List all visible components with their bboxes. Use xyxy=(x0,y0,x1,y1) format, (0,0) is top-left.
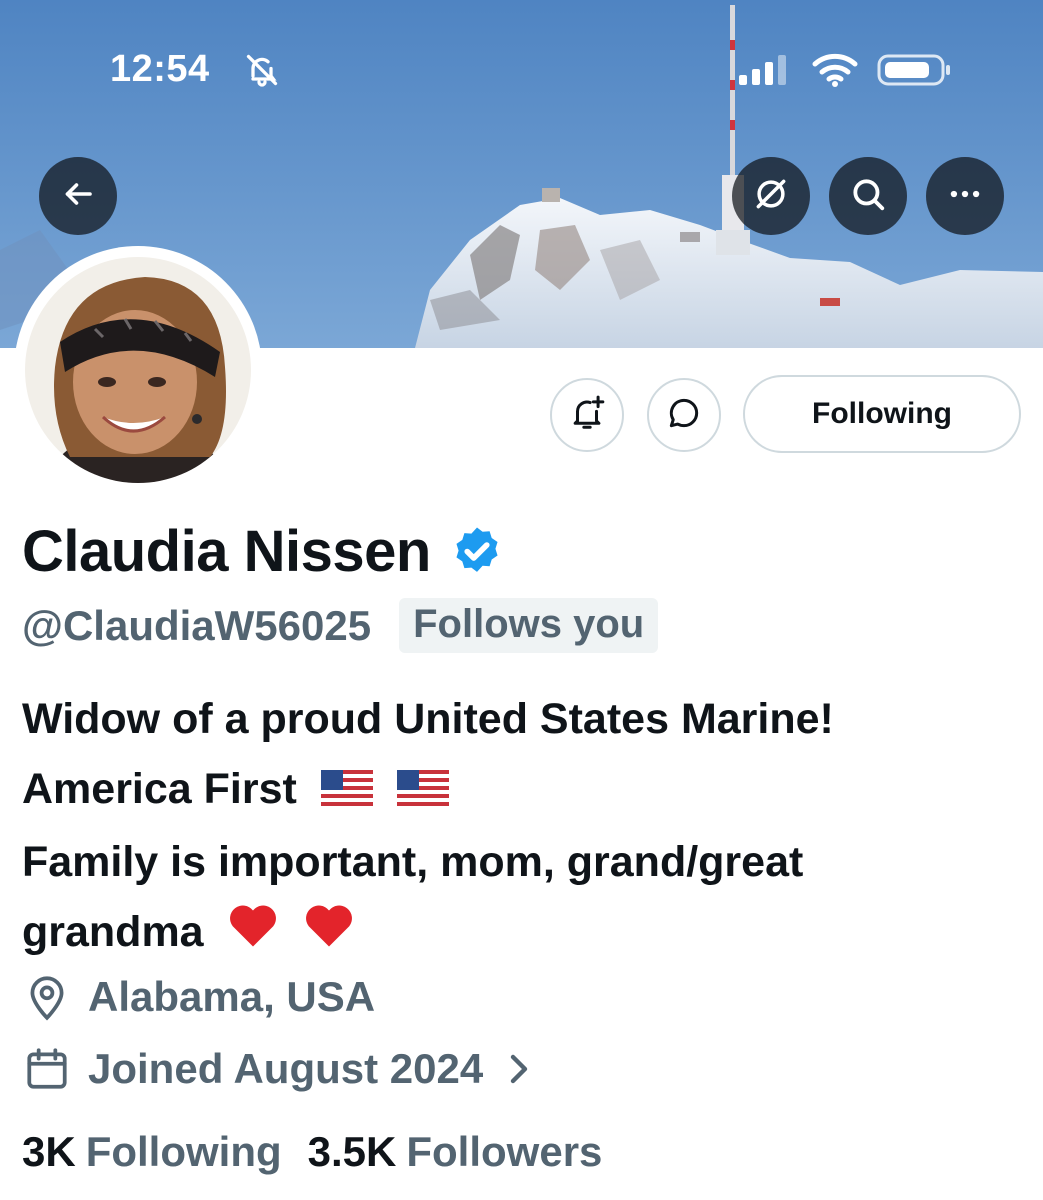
bio-line-1: Widow of a proud United States Marine! xyxy=(22,695,834,743)
followers-label: Followers xyxy=(406,1128,603,1175)
us-flag-emoji xyxy=(320,757,373,827)
message-icon xyxy=(665,394,703,437)
location-pin-icon xyxy=(22,972,72,1022)
grok-button[interactable] xyxy=(732,157,810,235)
heart-emoji xyxy=(302,899,356,970)
status-time: 12:54 xyxy=(110,48,210,90)
followers-count: 3.5K xyxy=(307,1128,397,1175)
cellular-signal-icon xyxy=(737,53,793,92)
avatar-image xyxy=(25,257,251,483)
followers-count-link[interactable]: 3.5K Followers xyxy=(308,1128,603,1176)
following-count: 3K xyxy=(22,1128,76,1175)
more-icon xyxy=(946,175,984,218)
us-flag-emoji xyxy=(396,757,449,827)
joined-row[interactable]: Joined August 2024 xyxy=(22,1044,533,1094)
battery-icon xyxy=(877,52,953,93)
wifi-icon xyxy=(811,52,859,93)
mute-icon xyxy=(244,52,280,93)
name-row: Claudia Nissen xyxy=(22,518,505,585)
handle: @ClaudiaW56025 xyxy=(22,601,372,649)
location-text: Alabama, USA xyxy=(88,973,376,1020)
bio-line-2-text: America First xyxy=(22,765,297,813)
location-row: Alabama, USA xyxy=(22,972,375,1022)
chevron-right-icon xyxy=(505,1049,533,1089)
follow-counts: 3K Following 3.5K Followers xyxy=(22,1128,628,1176)
bio-line-2: America First xyxy=(22,754,1022,827)
bio-line-4-text: grandma xyxy=(22,907,204,956)
verified-badge-icon[interactable] xyxy=(449,524,505,585)
handle-row: @ClaudiaW56025 Follows you xyxy=(22,598,659,653)
bio-line-4: grandma xyxy=(22,897,1022,970)
bell-plus-icon xyxy=(568,394,606,437)
display-name: Claudia Nissen xyxy=(22,519,431,584)
following-count-link[interactable]: 3K Following xyxy=(22,1128,282,1176)
following-button[interactable]: Following xyxy=(743,375,1021,453)
circle-slash-icon xyxy=(752,175,790,218)
avatar[interactable] xyxy=(14,246,262,494)
status-indicators xyxy=(737,52,953,93)
calendar-icon xyxy=(22,1044,72,1094)
notify-button[interactable] xyxy=(550,378,624,452)
message-button[interactable] xyxy=(647,378,721,452)
search-icon xyxy=(849,175,887,218)
back-button[interactable] xyxy=(39,157,117,235)
heart-emoji xyxy=(226,899,280,970)
more-button[interactable] xyxy=(926,157,1004,235)
following-label: Following xyxy=(85,1128,282,1175)
joined-text: Joined August 2024 xyxy=(88,1045,484,1092)
search-button[interactable] xyxy=(829,157,907,235)
back-arrow-icon xyxy=(60,176,96,217)
bio: Widow of a proud United States Marine! A… xyxy=(22,684,1022,970)
follows-you-badge: Follows you xyxy=(399,598,659,653)
bio-line-3: Family is important, mom, grand/great xyxy=(22,837,804,886)
